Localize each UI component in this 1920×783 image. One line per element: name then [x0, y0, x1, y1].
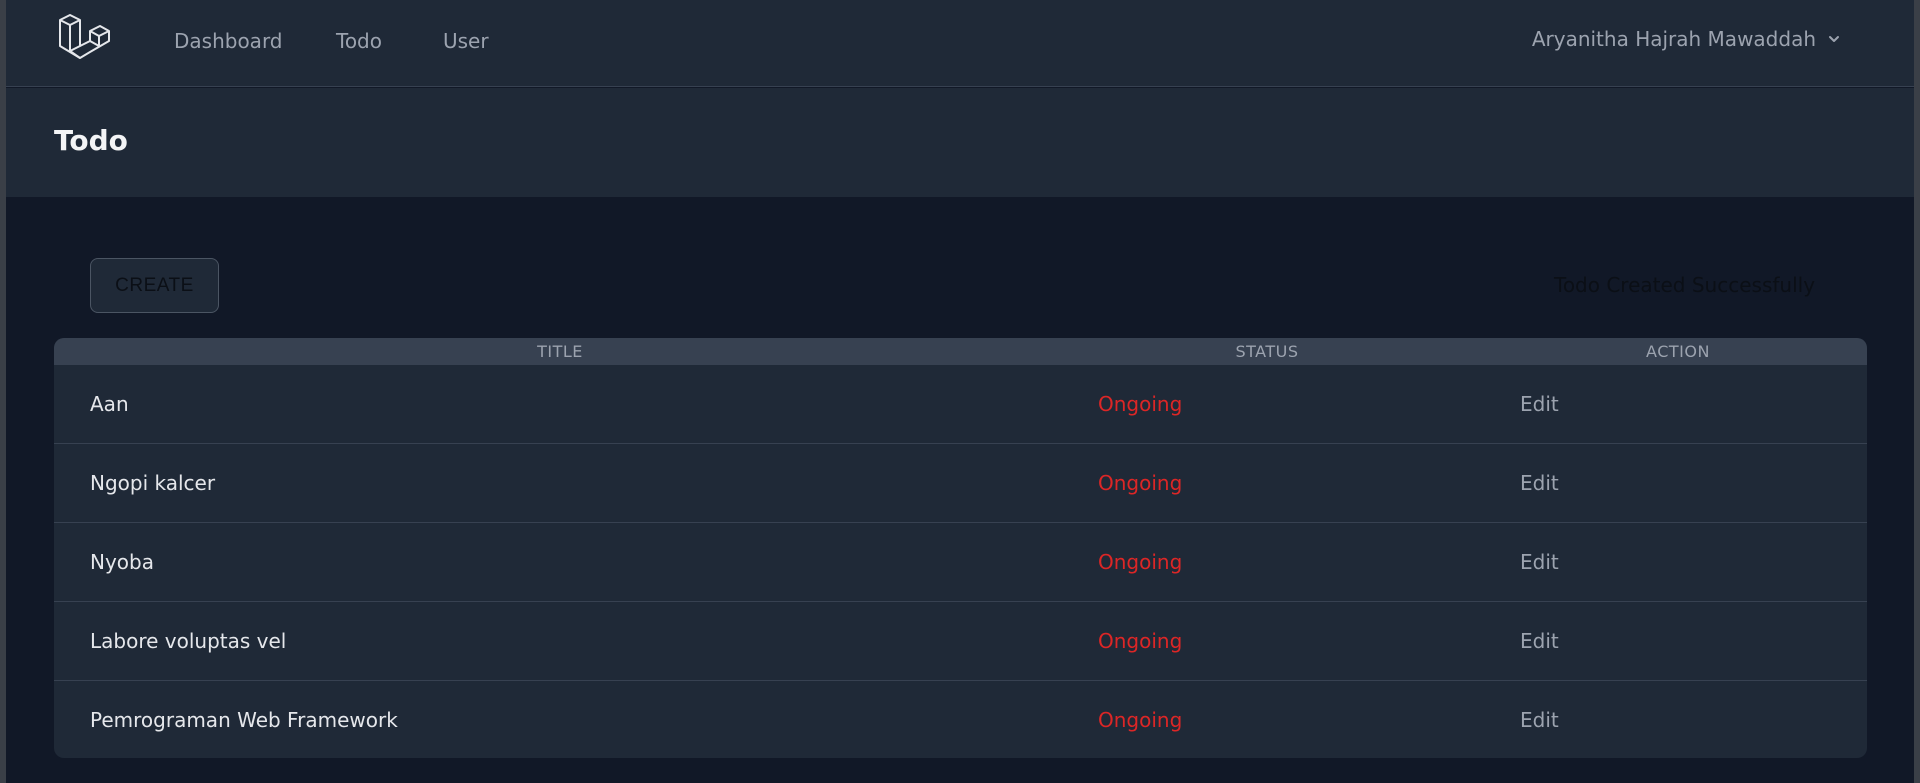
laravel-logo-icon[interactable] — [58, 14, 110, 64]
todo-table: TITLE STATUS ACTION Aan Ongoing Edit Ngo… — [54, 338, 1867, 758]
edit-link[interactable]: Edit — [1520, 471, 1559, 495]
page-title: Todo — [54, 124, 128, 157]
user-dropdown[interactable]: Aryanitha Hajrah Mawaddah — [1532, 27, 1842, 51]
status-badge: Ongoing — [1098, 471, 1183, 495]
edit-link[interactable]: Edit — [1520, 550, 1559, 574]
top-navigation: Dashboard Todo User Aryanitha Hajrah Maw… — [6, 0, 1914, 87]
column-header-status: STATUS — [1235, 342, 1299, 361]
flash-message: Todo Created Successfully — [1554, 273, 1816, 297]
nav-link-todo[interactable]: Todo — [336, 29, 382, 53]
edit-link[interactable]: Edit — [1520, 708, 1559, 732]
column-header-action: ACTION — [1646, 342, 1710, 361]
window-edge-right — [1914, 0, 1920, 783]
status-badge: Ongoing — [1098, 629, 1183, 653]
table-row: Ngopi kalcer Ongoing Edit — [54, 444, 1867, 523]
edit-link[interactable]: Edit — [1520, 629, 1559, 653]
page-header: Todo — [6, 88, 1914, 197]
table-header: TITLE STATUS ACTION — [54, 338, 1867, 365]
status-badge: Ongoing — [1098, 550, 1183, 574]
user-name: Aryanitha Hajrah Mawaddah — [1531, 27, 1816, 51]
todo-title: Aan — [90, 392, 129, 416]
nav-link-user[interactable]: User — [443, 29, 489, 53]
status-badge: Ongoing — [1098, 392, 1183, 416]
table-row: Aan Ongoing Edit — [54, 365, 1867, 444]
status-badge: Ongoing — [1098, 708, 1183, 732]
todo-title: Nyoba — [90, 550, 154, 574]
table-row: Labore voluptas vel Ongoing Edit — [54, 602, 1867, 681]
create-button[interactable]: CREATE — [90, 258, 219, 313]
edit-link[interactable]: Edit — [1520, 392, 1559, 416]
todo-title: Pemrograman Web Framework — [90, 708, 398, 732]
chevron-down-icon — [1829, 36, 1839, 42]
table-row: Nyoba Ongoing Edit — [54, 523, 1867, 602]
app-frame: Dashboard Todo User Aryanitha Hajrah Maw… — [6, 0, 1914, 783]
column-header-title: TITLE — [537, 342, 583, 361]
table-row: Pemrograman Web Framework Ongoing Edit — [54, 681, 1867, 758]
todo-title: Labore voluptas vel — [90, 629, 287, 653]
todo-title: Ngopi kalcer — [90, 471, 216, 495]
nav-link-dashboard[interactable]: Dashboard — [174, 29, 283, 53]
